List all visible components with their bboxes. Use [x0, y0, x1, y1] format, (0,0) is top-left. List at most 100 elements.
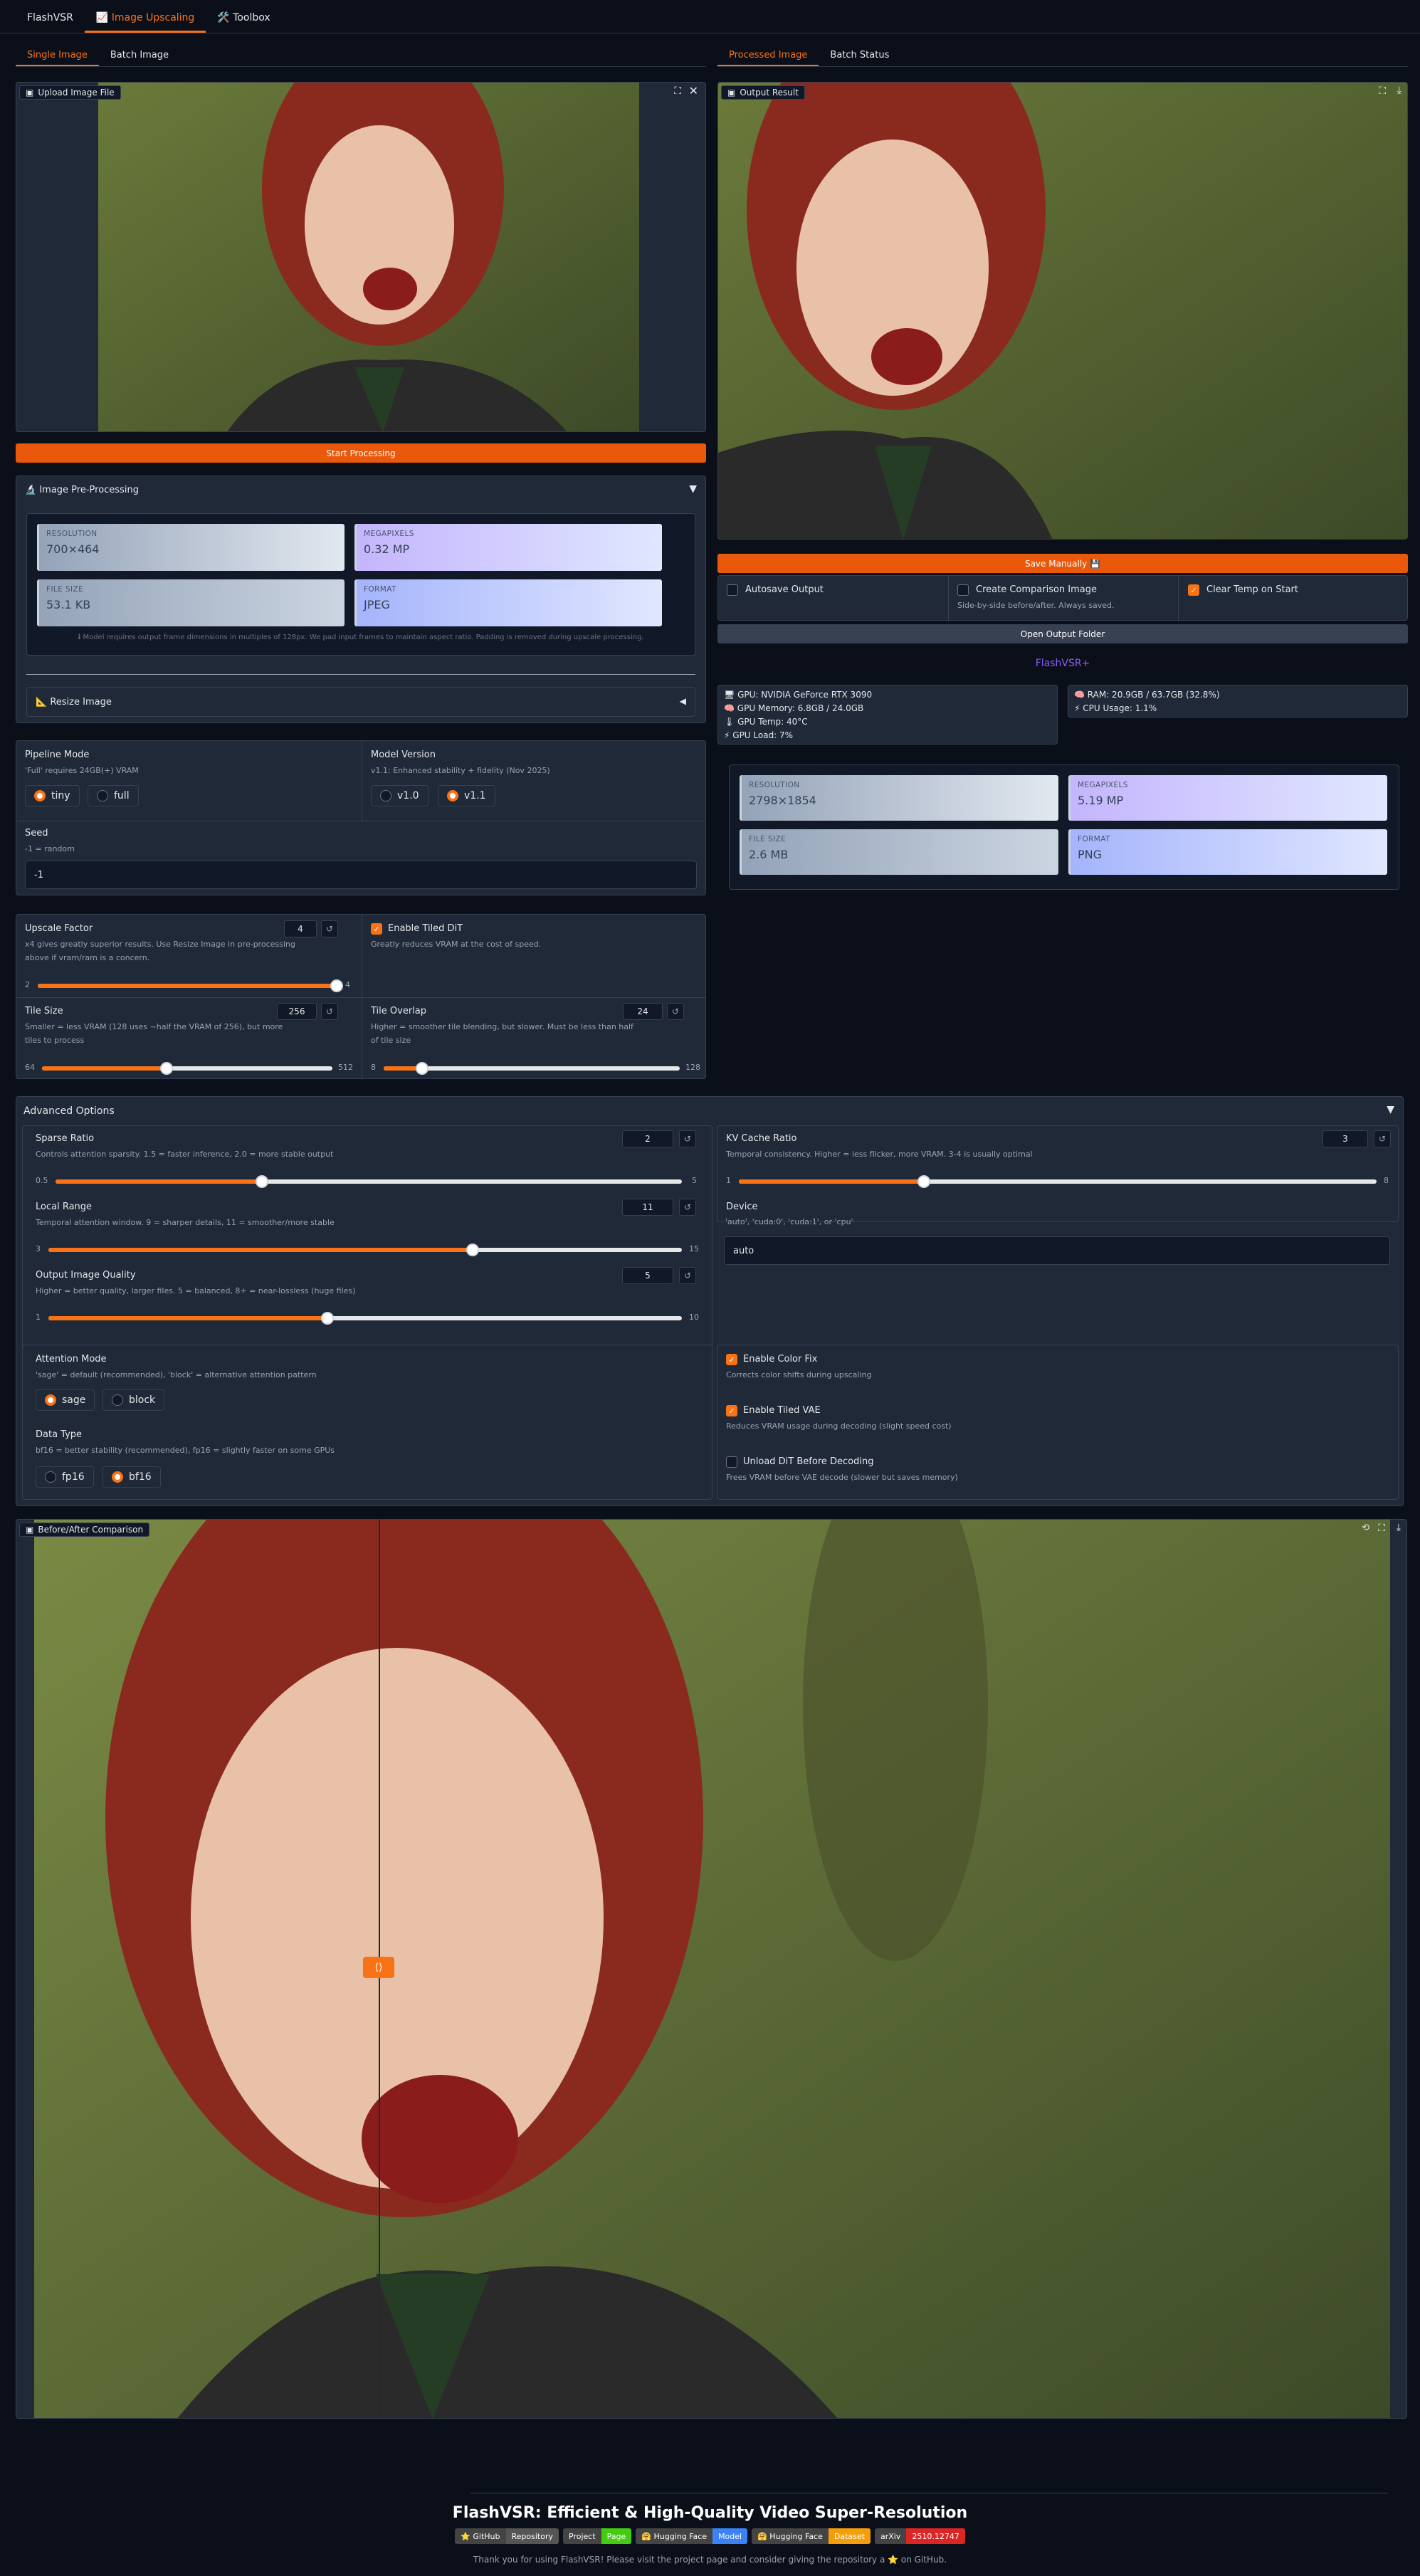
radio-full[interactable]: full: [88, 785, 139, 806]
slider-min: 1: [36, 1313, 41, 1322]
badge-project-page[interactable]: Project Page: [563, 2528, 632, 2544]
output-info-panel: RESOLUTION 2798×1854 MEGAPIXELS 5.19 MP FI…: [729, 764, 1399, 890]
badge-hf-model[interactable]: 🤗 Hugging Face Model: [636, 2528, 748, 2544]
radio-dot-selected: [45, 1394, 56, 1406]
attention-mode-title: Attention Mode: [36, 1354, 107, 1365]
radio-dot-selected: [112, 1471, 123, 1483]
info-card-format: FORMAT PNG: [1068, 829, 1387, 875]
radio-v1-1[interactable]: v1.1: [438, 785, 495, 806]
info-card-megapixels: MEGAPIXELS 0.32 MP: [354, 524, 662, 571]
collapse-icon[interactable]: ▼: [689, 483, 697, 495]
radio-sage[interactable]: sage: [36, 1389, 95, 1411]
resize-image-accordion[interactable]: 📐 Resize Image ◀: [26, 687, 695, 717]
reset-icon[interactable]: ↺: [679, 1267, 696, 1284]
clear-temp-checkbox[interactable]: ✓: [1188, 584, 1199, 596]
tile-overlap-desc-2: of tile size: [371, 1036, 411, 1045]
advanced-options-accordion: Advanced Options ▼ Sparse Ratio 2 ↺ Cont…: [16, 1096, 1404, 1506]
quality-title: Output Image Quality: [36, 1270, 136, 1281]
upscale-factor-slider[interactable]: [38, 979, 343, 992]
reset-icon[interactable]: ↺: [679, 1130, 696, 1147]
sparse-ratio-value[interactable]: 2: [622, 1130, 673, 1147]
device-input[interactable]: auto: [724, 1236, 1390, 1265]
tab-processed-image[interactable]: Processed Image: [717, 46, 819, 67]
save-manually-button[interactable]: Save Manually 💾: [717, 554, 1408, 573]
reset-icon[interactable]: ⟲: [1362, 1523, 1369, 1533]
badge-arxiv[interactable]: arXiv 2510.12747: [874, 2528, 965, 2544]
tab-batch-status[interactable]: Batch Status: [819, 46, 900, 65]
tile-overlap-value[interactable]: 24: [623, 1003, 663, 1020]
reset-icon[interactable]: ↺: [667, 1003, 684, 1020]
output-image: [718, 83, 1407, 539]
radio-v1-0[interactable]: v1.0: [371, 785, 428, 806]
badge-github[interactable]: ⭐ GitHub Repository: [455, 2528, 559, 2544]
close-icon[interactable]: ✕: [689, 84, 698, 98]
tile-overlap-slider[interactable]: [384, 1062, 680, 1075]
kv-cache-desc: Temporal consistency. Higher = less flic…: [726, 1150, 1033, 1159]
tile-size-slider[interactable]: [42, 1062, 332, 1075]
tab-batch-image[interactable]: Batch Image: [99, 46, 180, 65]
reset-icon[interactable]: ↺: [679, 1199, 696, 1216]
preprocessing-accordion: 🔬 Image Pre-Processing ▼ RESOLUTION 700×4…: [16, 475, 706, 723]
info-card-format: FORMAT JPEG: [354, 579, 662, 626]
quality-slider[interactable]: [48, 1312, 682, 1325]
fullscreen-icon[interactable]: ⛶: [1379, 85, 1386, 97]
local-range-value[interactable]: 11: [622, 1199, 673, 1216]
divider: [16, 997, 705, 998]
tiled-dit-checkbox[interactable]: ✓: [371, 923, 382, 935]
attention-panel: Attention Mode 'sage' = default (recomme…: [22, 1345, 712, 1500]
radio-bf16[interactable]: bf16: [102, 1466, 161, 1488]
advanced-options-title[interactable]: Advanced Options: [23, 1105, 115, 1117]
upload-label: ▣ Upload Image File: [19, 85, 121, 100]
tiled-dit-desc: Greatly reduces VRAM at the cost of spee…: [371, 940, 542, 949]
reset-icon[interactable]: ↺: [321, 1003, 338, 1020]
slider-max: 8: [1384, 1176, 1389, 1185]
fullscreen-icon[interactable]: ⛶: [674, 85, 681, 97]
tab-toolbox[interactable]: 🛠️ Toolbox: [206, 7, 281, 31]
comparison-checkbox[interactable]: [957, 584, 969, 596]
comparison-slider-handle[interactable]: ⟨⟩: [363, 1957, 394, 1978]
open-output-folder-button[interactable]: Open Output Folder: [717, 624, 1408, 643]
tab-single-image[interactable]: Single Image: [16, 46, 99, 67]
quality-value[interactable]: 5: [622, 1267, 673, 1284]
autosave-checkbox[interactable]: [727, 584, 738, 596]
sparse-ratio-slider[interactable]: [56, 1175, 682, 1188]
gpu-stats-panel: 🖥 GPU: NVIDIA GeForce RTX 3090 🧠 GPU Mem…: [717, 685, 1058, 745]
reset-icon[interactable]: ↺: [321, 920, 338, 937]
radio-tiny[interactable]: tiny: [25, 785, 80, 806]
kv-cache-value[interactable]: 3: [1322, 1130, 1368, 1147]
download-icon[interactable]: ⤓: [1397, 1522, 1401, 1533]
unload-dit-checkbox[interactable]: [726, 1456, 737, 1468]
kv-cache-title: KV Cache Ratio: [726, 1133, 797, 1144]
upscale-settings-panel: Upscale Factor 4 ↺ x4 gives greatly supe…: [16, 914, 706, 1080]
info-card-resolution: RESOLUTION 700×464: [37, 524, 345, 571]
upload-image-box[interactable]: ▣ Upload Image File ⛶ ✕: [16, 82, 706, 432]
left-subtab-divider: [16, 66, 706, 67]
comparison-image: [34, 1520, 1390, 2418]
sparse-ratio-desc: Controls attention sparsity. 1.5 = faste…: [36, 1150, 334, 1159]
start-processing-button[interactable]: Start Processing: [16, 443, 706, 463]
device-desc: 'auto', 'cuda:0', 'cuda:1', or 'cpu': [725, 1217, 853, 1226]
preprocessing-title[interactable]: 🔬 Image Pre-Processing: [25, 485, 139, 495]
radio-dot: [45, 1471, 56, 1483]
tile-overlap-desc: Higher = smoother tile blending, but slo…: [371, 1022, 633, 1031]
download-icon[interactable]: ⤓: [1397, 85, 1401, 96]
tab-image-upscaling[interactable]: 📈 Image Upscaling: [84, 7, 206, 33]
local-range-slider[interactable]: [48, 1244, 682, 1256]
reset-icon[interactable]: ↺: [1374, 1130, 1391, 1147]
seed-input[interactable]: -1: [25, 861, 697, 889]
tab-flashvsr[interactable]: FlashVSR: [16, 7, 85, 31]
radio-block[interactable]: block: [102, 1389, 165, 1411]
brain-icon: 🧠: [1074, 690, 1085, 700]
decode-options-panel: ✓ Enable Color Fix Corrects color shifts…: [717, 1345, 1399, 1500]
color-fix-checkbox[interactable]: ✓: [726, 1354, 737, 1365]
model-version-desc: v1.1: Enhanced stability + fidelity (Nov…: [371, 766, 550, 775]
tile-size-value[interactable]: 256: [277, 1003, 317, 1020]
collapse-icon[interactable]: ▼: [1387, 1104, 1394, 1115]
upscale-factor-value[interactable]: 4: [284, 920, 317, 937]
radio-fp16[interactable]: fp16: [36, 1466, 94, 1488]
tiled-vae-checkbox[interactable]: ✓: [726, 1405, 737, 1416]
fullscreen-icon[interactable]: ⛶: [1378, 1523, 1385, 1534]
kv-cache-slider[interactable]: [739, 1175, 1377, 1188]
local-range-title: Local Range: [36, 1202, 93, 1212]
badge-hf-dataset[interactable]: 🤗 Hugging Face Dataset: [752, 2528, 871, 2544]
